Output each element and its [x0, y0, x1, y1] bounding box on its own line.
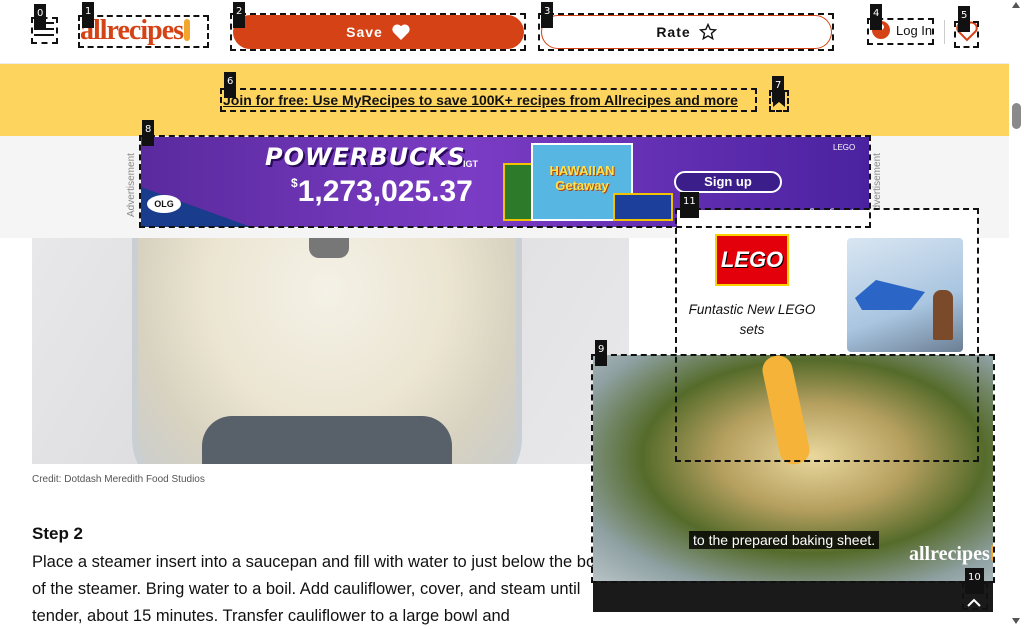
logo-text: allrecipes — [80, 15, 184, 46]
powerbucks-logo: POWERBUCKS — [265, 143, 466, 171]
menu-icon[interactable] — [31, 18, 57, 44]
jackpot-value: 1,273,025.37 — [297, 175, 473, 208]
video-frame: to the prepared baking sheet. allrecipes — [593, 355, 993, 581]
scroll-down-arrow-icon[interactable] — [1012, 618, 1020, 624]
rate-button-label: Rate — [656, 24, 691, 40]
heart-icon — [392, 24, 410, 40]
collapse-video-icon[interactable] — [962, 596, 986, 610]
lego-ad-text: Funtastic New LEGO sets — [688, 302, 816, 337]
saved-heart-icon[interactable] — [956, 20, 978, 42]
igt-logo: IGT — [463, 159, 478, 169]
scroll-up-arrow-icon[interactable] — [1012, 2, 1020, 8]
login-link[interactable]: Log In — [872, 21, 932, 39]
save-button-label: Save — [346, 24, 383, 40]
currency-symbol: $ — [291, 176, 298, 190]
image-credit: Credit: Dotdash Meredith Food Studios — [32, 474, 205, 485]
user-icon — [872, 21, 890, 39]
star-icon — [698, 23, 717, 41]
scroll-thumb[interactable] — [1012, 103, 1021, 129]
page-scrollbar[interactable] — [1009, 0, 1024, 629]
advertisement-label-right: Advertisement — [872, 153, 883, 217]
allrecipes-logo[interactable]: allrecipes — [80, 15, 191, 47]
header-divider — [944, 20, 945, 44]
save-button[interactable]: Save — [233, 15, 524, 49]
olg-logo: OLG — [147, 195, 181, 213]
join-free-link[interactable]: Join for free: Use MyRecipes to save 100… — [223, 92, 738, 108]
jackpot-amount: $1,273,025.37 — [291, 175, 473, 209]
lego-logo: LEGO — [715, 234, 789, 286]
blade-hub — [309, 238, 349, 258]
hawaiian-getaway-title: HAWAIIAN Getaway — [549, 163, 615, 193]
lego-figure-shape — [933, 290, 953, 340]
rate-button[interactable]: Rate — [541, 15, 832, 49]
advertisement-label-left: Advertisement — [126, 153, 137, 217]
login-label: Log In — [896, 22, 933, 38]
video-watermark-logo: allrecipes — [909, 543, 993, 566]
adchoices-icon[interactable]: LEGO — [833, 143, 855, 152]
step-text: Place a steamer insert into a saucepan a… — [32, 553, 628, 625]
bookmark-icon[interactable] — [772, 90, 786, 108]
site-header: allrecipes Save Rate Log In — [0, 0, 1009, 64]
video-logo-spoon-icon — [990, 545, 993, 561]
game-card-green — [503, 163, 533, 221]
recipe-step-image — [32, 238, 629, 464]
game-card-blue — [613, 193, 673, 221]
signup-button[interactable]: Sign up — [674, 171, 782, 193]
processor-base — [202, 416, 452, 464]
promo-banner: Join for free: Use MyRecipes to save 100… — [0, 64, 1009, 136]
spatula-shape — [759, 355, 813, 467]
video-caption: to the prepared baking sheet. — [689, 531, 880, 549]
step-title: Step 2 — [32, 524, 84, 543]
logo-spoon-icon — [184, 19, 191, 41]
video-logo-text: allrecipes — [909, 543, 990, 565]
video-player[interactable]: to the prepared baking sheet. allrecipes — [593, 355, 993, 612]
